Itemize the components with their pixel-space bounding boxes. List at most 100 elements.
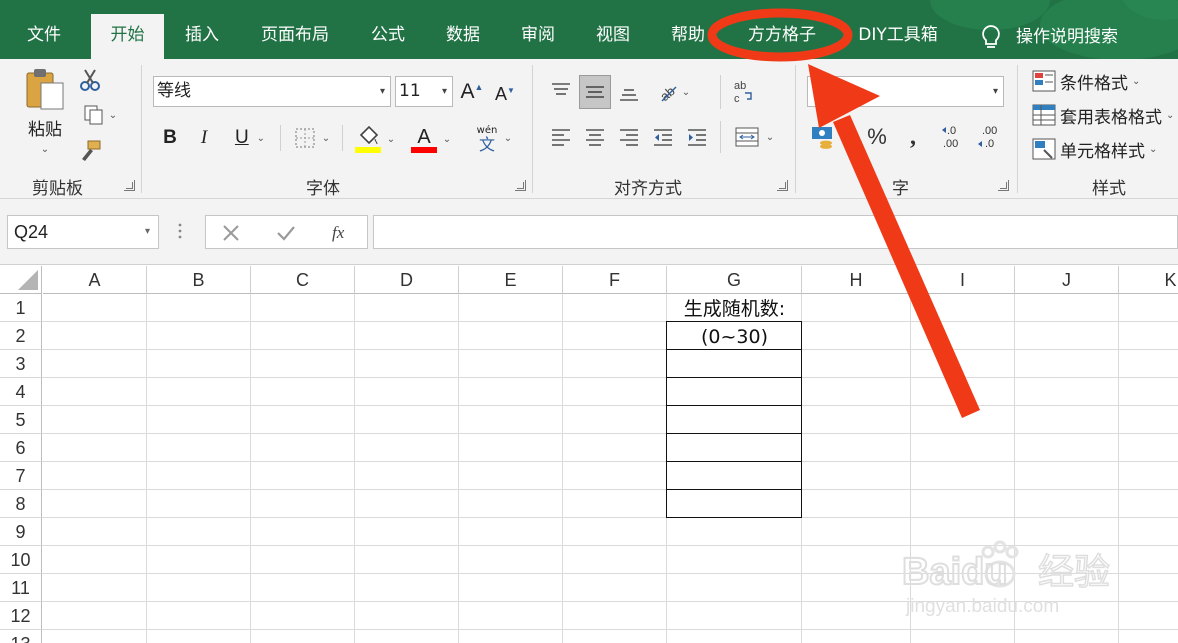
cancel-icon[interactable]: [222, 224, 240, 242]
column-header-i[interactable]: I: [911, 266, 1015, 294]
row-header-2[interactable]: 2: [0, 322, 42, 350]
column-header-d[interactable]: D: [355, 266, 459, 294]
tell-me-search[interactable]: 操作说明搜索: [980, 14, 1140, 59]
copy-button[interactable]: ⌄: [76, 102, 124, 128]
tab-formulas[interactable]: 公式: [360, 14, 416, 59]
cell-styles-button[interactable]: 单元格样式 ⌄: [1032, 135, 1172, 163]
font-size-value: 11: [399, 81, 421, 101]
dialog-launcher-icon[interactable]: [515, 180, 526, 191]
align-bottom-button[interactable]: [614, 75, 644, 109]
enter-check-icon[interactable]: [276, 224, 296, 242]
insert-function-icon[interactable]: fx: [330, 221, 354, 243]
row-header-6[interactable]: 6: [0, 434, 42, 462]
cut-button[interactable]: [76, 67, 104, 93]
conditional-formatting-label: 条件格式: [1060, 73, 1128, 94]
row-header-8[interactable]: 8: [0, 490, 42, 518]
align-center-button[interactable]: [580, 121, 610, 153]
borders-button[interactable]: ⌄: [288, 123, 336, 153]
underline-icon: U: [234, 127, 249, 148]
cell-g1[interactable]: 生成随机数:: [667, 296, 802, 322]
decrease-indent-button[interactable]: [648, 121, 678, 153]
align-right-button[interactable]: [614, 121, 644, 153]
tab-home[interactable]: 开始: [91, 14, 164, 59]
formula-bar: Q24 ▾ fx: [0, 199, 1178, 265]
row-header-5[interactable]: 5: [0, 406, 42, 434]
row-header-1[interactable]: 1: [0, 294, 42, 322]
dialog-launcher-icon[interactable]: [777, 180, 788, 191]
row-header-4[interactable]: 4: [0, 378, 42, 406]
column-header-h[interactable]: H: [802, 266, 911, 294]
italic-button[interactable]: I: [192, 123, 216, 153]
decrease-font-size-button[interactable]: A▼: [492, 79, 518, 109]
percent-icon: %: [867, 124, 887, 149]
format-painter-button[interactable]: [76, 137, 104, 163]
formula-bar-grip-icon[interactable]: [177, 221, 183, 241]
increase-indent-button[interactable]: [682, 121, 712, 153]
row-header-13[interactable]: 13: [0, 630, 42, 643]
column-header-a[interactable]: A: [43, 266, 147, 294]
comma-icon: ,: [910, 123, 916, 150]
column-header-c[interactable]: C: [251, 266, 355, 294]
copy-icon: [84, 105, 103, 125]
align-left-button[interactable]: [546, 121, 576, 153]
dialog-launcher-icon[interactable]: [124, 180, 135, 191]
lightbulb-icon: [982, 24, 1000, 48]
conditional-formatting-button[interactable]: 条件格式 ⌄: [1032, 67, 1152, 95]
gridline: [42, 461, 1178, 462]
name-box[interactable]: Q24 ▾: [7, 215, 159, 249]
fill-color-button[interactable]: ⌄: [350, 123, 400, 155]
group-label-font: 字体: [306, 179, 340, 199]
increase-font-size-button[interactable]: A▲: [459, 77, 485, 107]
tab-fangfanggezi[interactable]: 方方格子: [738, 14, 826, 59]
row-header-7[interactable]: 7: [0, 462, 42, 490]
tab-review[interactable]: 审阅: [510, 14, 566, 59]
paste-button[interactable]: 粘贴 ⌄: [20, 67, 70, 167]
wrap-text-button[interactable]: ab c: [728, 75, 758, 109]
tab-file[interactable]: 文件: [10, 14, 78, 59]
align-top-button[interactable]: [546, 75, 576, 109]
format-as-table-button[interactable]: 套用表格格式 ⌄: [1032, 101, 1178, 129]
column-header-e[interactable]: E: [459, 266, 563, 294]
row-header-10[interactable]: 10: [0, 546, 42, 574]
decrease-decimal-button[interactable]: .00.0: [974, 121, 1008, 153]
underline-button[interactable]: U ⌄: [226, 123, 274, 153]
select-all-corner[interactable]: [0, 266, 42, 294]
column-header-g[interactable]: G: [667, 266, 802, 294]
column-header-b[interactable]: B: [147, 266, 251, 294]
merge-cells-icon: [735, 127, 759, 147]
tab-help[interactable]: 帮助: [660, 14, 716, 59]
font-size-select[interactable]: 11 ▾: [395, 76, 453, 107]
row-header-9[interactable]: 9: [0, 518, 42, 546]
orientation-button[interactable]: ab ⌄: [650, 75, 696, 109]
comma-style-button[interactable]: ,: [898, 121, 928, 153]
increase-decimal-button[interactable]: .0.00: [938, 121, 972, 153]
gridline: [562, 294, 563, 643]
paste-label: 粘贴: [28, 120, 62, 140]
cell-border: [666, 405, 802, 406]
merge-center-button[interactable]: ⌄: [728, 121, 780, 153]
svg-text:.00: .00: [982, 125, 997, 137]
tab-data[interactable]: 数据: [435, 14, 491, 59]
accounting-format-button[interactable]: [808, 121, 838, 153]
row-header-12[interactable]: 12: [0, 602, 42, 630]
tab-page-layout[interactable]: 页面布局: [250, 14, 340, 59]
tab-diy-toolbox[interactable]: DIY工具箱: [848, 14, 948, 59]
formula-input[interactable]: [373, 215, 1178, 249]
group-label-alignment: 对齐方式: [614, 179, 682, 199]
column-header-k[interactable]: K: [1119, 266, 1178, 294]
row-header-11[interactable]: 11: [0, 574, 42, 602]
cell-g2[interactable]: (0~30): [667, 324, 802, 350]
font-color-button[interactable]: A ⌄: [406, 123, 456, 155]
tab-insert[interactable]: 插入: [170, 14, 234, 59]
row-header-3[interactable]: 3: [0, 350, 42, 378]
dialog-launcher-icon[interactable]: [998, 180, 1009, 191]
percent-style-button[interactable]: %: [862, 121, 892, 153]
column-header-j[interactable]: J: [1015, 266, 1119, 294]
align-middle-button[interactable]: [579, 75, 611, 109]
tab-view[interactable]: 视图: [585, 14, 641, 59]
font-name-select[interactable]: 等线 ▾: [153, 76, 391, 107]
column-header-f[interactable]: F: [563, 266, 667, 294]
phonetic-guide-button[interactable]: wén 文 ⌄: [468, 121, 518, 155]
bold-button[interactable]: B: [158, 123, 182, 153]
number-format-select[interactable]: 常 ▾: [807, 76, 1004, 107]
